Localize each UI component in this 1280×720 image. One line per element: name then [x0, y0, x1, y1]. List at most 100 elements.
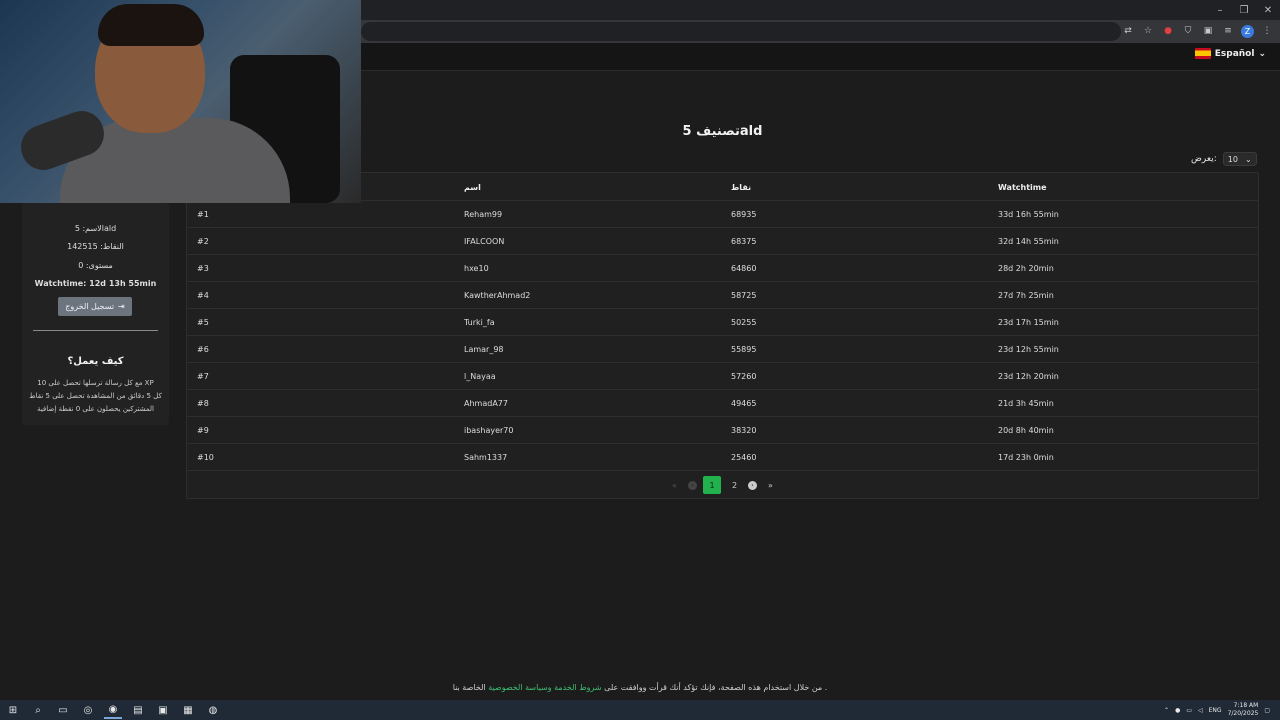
- name-cell: AhmadA77: [464, 399, 508, 408]
- next-page-button[interactable]: ›: [748, 480, 757, 490]
- rank-cell: #1: [197, 210, 209, 219]
- taskbar: ⊞ ⌕ ▭ ◎ ◉ ▤ ▣ ▦ ◍: [0, 700, 1280, 720]
- page-2-button[interactable]: 2: [727, 476, 742, 494]
- footer-prefix: من خلال استخدام هذه الصفحة، فإنك تؤكد أن…: [604, 683, 823, 692]
- notification-icon[interactable]: ▢: [1264, 707, 1270, 714]
- page-size-select[interactable]: 10 ⌄: [1222, 152, 1257, 166]
- clock-date: 7/20/2025: [1227, 710, 1259, 717]
- points-cell: 25460: [731, 453, 757, 462]
- star-icon[interactable]: ☆: [1141, 23, 1155, 39]
- header-points: نقاط: [731, 183, 752, 192]
- table-row: #8 AhmadA77 49465 21d 3h 45min: [187, 390, 1258, 417]
- table-row: #4 KawtherAhmad2 58725 27d 7h 25min: [187, 282, 1258, 309]
- terminal-icon[interactable]: ▣: [154, 701, 172, 719]
- watchtime-cell: 23d 17h 15min: [998, 318, 1059, 327]
- media-icon[interactable]: ≡: [1221, 23, 1235, 39]
- translate-icon[interactable]: ⇄: [1121, 23, 1135, 39]
- rank-cell: #3: [197, 264, 209, 273]
- obs-icon[interactable]: ◍: [204, 701, 222, 719]
- mic-icon[interactable]: ●: [1175, 707, 1180, 714]
- chevron-down-icon: ⌄: [1245, 154, 1252, 164]
- name-cell: Reham99: [464, 210, 503, 219]
- clock-time: 7:18 AM: [1233, 702, 1259, 709]
- language-label: Español: [1214, 48, 1255, 59]
- app-icon[interactable]: ▤: [129, 701, 147, 719]
- windows-start-icon[interactable]: ⊞: [4, 701, 22, 719]
- table-row: #3 hxe10 64860 28d 2h 20min: [187, 255, 1258, 282]
- page-size-label: يعرض:: [1191, 154, 1217, 164]
- footer: من خلال استخدام هذه الصفحة، فإنك تؤكد أن…: [0, 683, 1280, 692]
- spain-flag-icon: [1194, 48, 1211, 59]
- last-page-button[interactable]: »: [763, 476, 778, 494]
- page-1-button[interactable]: 1: [703, 476, 721, 494]
- points-cell: 64860: [731, 264, 757, 273]
- how-line: المشتركين يحصلون على 0 نقطة إضافية: [37, 405, 154, 413]
- chrome-active-icon[interactable]: ◉: [104, 701, 122, 719]
- app-icon[interactable]: ▦: [179, 701, 197, 719]
- profile-points: النقاط: 142515: [67, 242, 124, 251]
- profile-sidebar: الاسم: 5ald النقاط: 142515 مستوى: 0 Watc…: [22, 203, 169, 425]
- prev-page-button[interactable]: ‹: [688, 480, 697, 490]
- watchtime-cell: 21d 3h 45min: [998, 399, 1054, 408]
- name-cell: IFALCOON: [464, 237, 505, 246]
- rank-cell: #4: [197, 291, 209, 300]
- chrome-icon[interactable]: ◎: [79, 701, 97, 719]
- search-icon[interactable]: ⌕: [29, 701, 47, 719]
- first-page-button[interactable]: «: [667, 476, 682, 494]
- system-tray: ⌃ ● ▭ ◁ ENG 7:18 AM 7/20/2025 ▢: [1164, 700, 1270, 720]
- toolbar-icons: ⇄ ☆ ● ⛉ ▣ ≡ Z ⋮: [1121, 23, 1274, 39]
- webcam-overlay: [0, 0, 361, 203]
- language-indicator[interactable]: ENG: [1209, 707, 1222, 714]
- menu-icon[interactable]: ⋮: [1260, 23, 1274, 39]
- points-cell: 49465: [731, 399, 757, 408]
- rank-cell: #2: [197, 237, 209, 246]
- rank-cell: #6: [197, 345, 209, 354]
- terms-link[interactable]: شروط الخدمة وسياسة الخصوصية: [488, 683, 601, 692]
- logout-label: تسجيل الخروج: [65, 302, 115, 311]
- restore-button[interactable]: ❐: [1232, 0, 1256, 20]
- table-row: #1 Reham99 68935 33d 16h 55min: [187, 201, 1258, 228]
- table-row: #9 ibashayer70 38320 20d 8h 40min: [187, 417, 1258, 444]
- puzzle-icon[interactable]: ▣: [1201, 23, 1215, 39]
- watchtime-cell: 28d 2h 20min: [998, 264, 1054, 273]
- name-cell: Lamar_98: [464, 345, 504, 354]
- points-cell: 38320: [731, 426, 757, 435]
- chevron-down-icon: ⌄: [1258, 48, 1266, 59]
- table-row: #10 Sahm1337 25460 17d 23h 0min: [187, 444, 1258, 471]
- logout-icon: ⇥: [118, 302, 125, 311]
- address-bar[interactable]: [361, 22, 1121, 41]
- points-cell: 58725: [731, 291, 757, 300]
- clock[interactable]: 7:18 AM 7/20/2025: [1228, 702, 1259, 718]
- how-it-works-title: كيف يعمل؟: [67, 356, 124, 367]
- name-cell: ibashayer70: [464, 426, 514, 435]
- rank-cell: #8: [197, 399, 209, 408]
- red-extension-icon[interactable]: ●: [1161, 23, 1175, 39]
- watchtime-cell: 23d 12h 20min: [998, 372, 1059, 381]
- watchtime-cell: 23d 12h 55min: [998, 345, 1059, 354]
- volume-icon[interactable]: ◁: [1198, 707, 1203, 714]
- profile-level: مستوى: 0: [78, 261, 113, 270]
- table-row: #6 Lamar_98 55895 23d 12h 55min: [187, 336, 1258, 363]
- close-button[interactable]: ✕: [1256, 0, 1280, 20]
- points-cell: 57260: [731, 372, 757, 381]
- sidebar-divider: [33, 330, 158, 331]
- profile-name: الاسم: 5ald: [74, 224, 117, 233]
- logout-button[interactable]: تسجيل الخروج ⇥: [58, 297, 132, 316]
- how-line: مع كل رسالة ترسلها تحصل على 10 XP: [37, 379, 154, 387]
- page-size-control: يعرض: 10 ⌄: [1191, 152, 1257, 166]
- profile-watchtime: Watchtime: 12d 13h 55min: [34, 279, 157, 288]
- chevron-up-icon[interactable]: ⌃: [1164, 707, 1169, 714]
- shield-icon[interactable]: ⛉: [1181, 23, 1195, 39]
- points-cell: 50255: [731, 318, 757, 327]
- minimize-button[interactable]: –: [1208, 0, 1232, 20]
- profile-icon[interactable]: Z: [1241, 25, 1254, 38]
- name-cell: l_Nayaa: [464, 372, 496, 381]
- header-name: اسم: [464, 183, 481, 192]
- table-row: #7 l_Nayaa 57260 23d 12h 20min: [187, 363, 1258, 390]
- points-cell: 68375: [731, 237, 757, 246]
- folder-icon[interactable]: ▭: [54, 701, 72, 719]
- network-icon[interactable]: ▭: [1186, 707, 1192, 714]
- table-row: #2 IFALCOON 68375 32d 14h 55min: [187, 228, 1258, 255]
- points-cell: 68935: [731, 210, 757, 219]
- language-selector[interactable]: Español ⌄: [1194, 48, 1266, 59]
